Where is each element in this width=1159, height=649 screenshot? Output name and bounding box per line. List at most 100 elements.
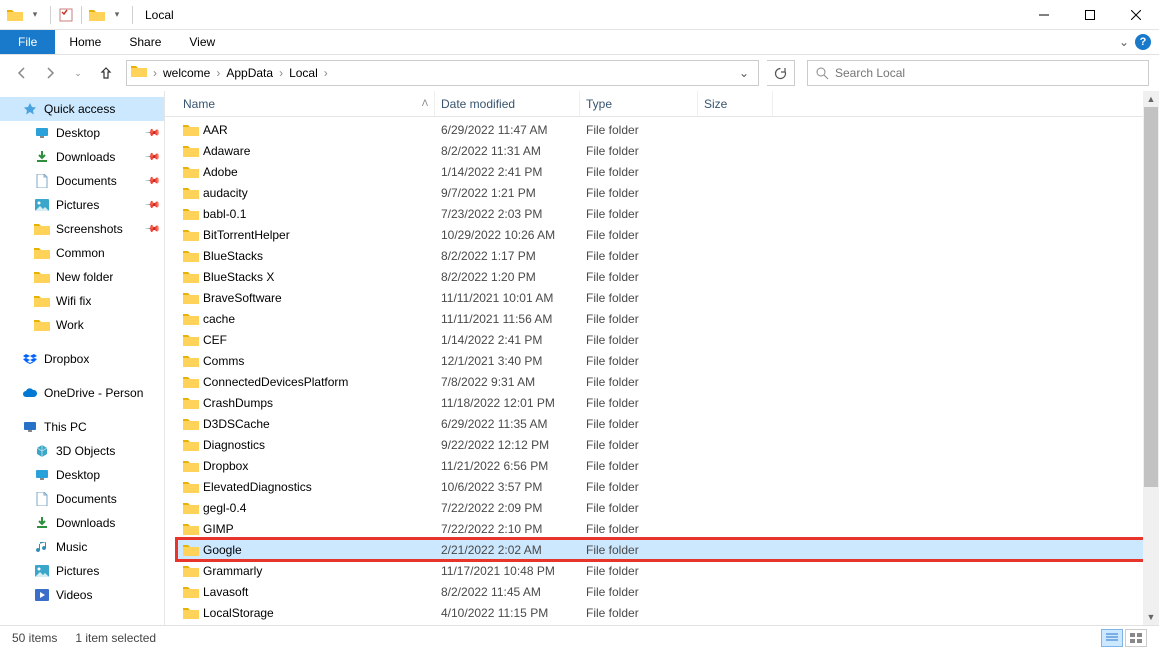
search-box[interactable] — [807, 60, 1149, 86]
properties-icon[interactable] — [57, 6, 75, 24]
maximize-button[interactable] — [1067, 0, 1113, 30]
table-row[interactable]: D3DSCache6/29/2022 11:35 AMFile folder — [177, 413, 1159, 434]
table-row[interactable]: gegl-0.47/22/2022 2:09 PMFile folder — [177, 497, 1159, 518]
home-tab[interactable]: Home — [55, 30, 115, 54]
column-size[interactable]: Size — [698, 91, 773, 116]
table-row[interactable]: ConnectedDevicesPlatform7/8/2022 9:31 AM… — [177, 371, 1159, 392]
file-tab[interactable]: File — [0, 30, 55, 54]
table-row[interactable]: Dropbox11/21/2022 6:56 PMFile folder — [177, 455, 1159, 476]
ribbon: File Home Share View ⌄ ? — [0, 30, 1159, 55]
sidebar-item[interactable]: Music — [0, 535, 164, 559]
cell-date: 7/8/2022 9:31 AM — [435, 375, 580, 389]
scroll-up-icon[interactable]: ▲ — [1143, 91, 1159, 107]
music-icon — [34, 539, 50, 555]
recent-dropdown-icon[interactable]: ⌄ — [66, 61, 90, 85]
chevron-right-icon[interactable]: › — [151, 66, 159, 80]
file-list[interactable]: AAR6/29/2022 11:47 AMFile folderAdaware8… — [165, 117, 1159, 625]
cell-type: File folder — [580, 501, 698, 515]
sidebar-item-label: Wifi fix — [56, 294, 91, 308]
sidebar-item[interactable]: Documents📌 — [0, 169, 164, 193]
help-icon[interactable]: ? — [1135, 34, 1151, 50]
qat-dropdown-icon[interactable]: ▾ — [26, 6, 44, 24]
sidebar-item-label: Dropbox — [44, 352, 89, 366]
chevron-right-icon[interactable]: › — [322, 66, 330, 80]
column-date[interactable]: Date modified — [435, 91, 580, 116]
minimize-button[interactable] — [1021, 0, 1067, 30]
table-row[interactable]: BraveSoftware11/11/2021 10:01 AMFile fol… — [177, 287, 1159, 308]
details-view-button[interactable] — [1101, 629, 1123, 647]
qat-dropdown-icon[interactable]: ▾ — [108, 6, 126, 24]
cell-date: 7/22/2022 2:10 PM — [435, 522, 580, 536]
sidebar-item[interactable]: Desktop📌 — [0, 121, 164, 145]
sidebar-item[interactable]: 3D Objects — [0, 439, 164, 463]
sidebar-item[interactable]: Documents — [0, 487, 164, 511]
table-row[interactable]: ElevatedDiagnostics10/6/2022 3:57 PMFile… — [177, 476, 1159, 497]
cell-name: D3DSCache — [177, 417, 435, 431]
table-row[interactable]: Adobe1/14/2022 2:41 PMFile folder — [177, 161, 1159, 182]
breadcrumb[interactable]: Local — [285, 66, 322, 80]
table-row[interactable]: Comms12/1/2021 3:40 PMFile folder — [177, 350, 1159, 371]
scroll-thumb[interactable] — [1144, 107, 1158, 487]
sidebar-this-pc[interactable]: This PC — [0, 415, 164, 439]
cell-type: File folder — [580, 270, 698, 284]
sidebar-item[interactable]: Downloads📌 — [0, 145, 164, 169]
column-type[interactable]: Type — [580, 91, 698, 116]
table-row[interactable]: BlueStacks8/2/2022 1:17 PMFile folder — [177, 245, 1159, 266]
table-row[interactable]: Grammarly11/17/2021 10:48 PMFile folder — [177, 560, 1159, 581]
cell-type: File folder — [580, 396, 698, 410]
breadcrumb[interactable]: welcome — [159, 66, 214, 80]
search-input[interactable] — [835, 66, 1140, 80]
chevron-right-icon[interactable]: › — [277, 66, 285, 80]
sidebar-quick-access[interactable]: Quick access — [0, 97, 164, 121]
table-row[interactable]: babl-0.17/23/2022 2:03 PMFile folder — [177, 203, 1159, 224]
table-row[interactable]: Diagnostics9/22/2022 12:12 PMFile folder — [177, 434, 1159, 455]
table-row[interactable]: Lavasoft8/2/2022 11:45 AMFile folder — [177, 581, 1159, 602]
sidebar-item[interactable]: Pictures — [0, 559, 164, 583]
forward-button[interactable] — [38, 61, 62, 85]
cell-date: 2/21/2022 2:02 AM — [435, 543, 580, 557]
sidebar-item[interactable]: Work — [0, 313, 164, 337]
sidebar-item[interactable]: Pictures📌 — [0, 193, 164, 217]
scrollbar[interactable]: ▲ ▼ — [1143, 91, 1159, 625]
back-button[interactable] — [10, 61, 34, 85]
table-row[interactable]: BlueStacks X8/2/2022 1:20 PMFile folder — [177, 266, 1159, 287]
onedrive-icon — [22, 385, 38, 401]
sidebar-item[interactable]: Screenshots📌 — [0, 217, 164, 241]
table-row[interactable]: BitTorrentHelper10/29/2022 10:26 AMFile … — [177, 224, 1159, 245]
scroll-down-icon[interactable]: ▼ — [1143, 609, 1159, 625]
sidebar-item[interactable]: Wifi fix — [0, 289, 164, 313]
table-row[interactable]: Adaware8/2/2022 11:31 AMFile folder — [177, 140, 1159, 161]
table-row[interactable]: GIMP7/22/2022 2:10 PMFile folder — [177, 518, 1159, 539]
sidebar-item[interactable]: Desktop — [0, 463, 164, 487]
breadcrumb[interactable]: AppData — [222, 66, 277, 80]
cell-name: ConnectedDevicesPlatform — [177, 375, 435, 389]
sidebar-item[interactable]: Videos — [0, 583, 164, 607]
table-row[interactable]: Google2/21/2022 2:02 AMFile folder — [177, 539, 1159, 560]
sidebar-onedrive[interactable]: OneDrive - Person — [0, 381, 164, 405]
address-dropdown-icon[interactable]: ⌄ — [732, 61, 756, 85]
address-bar[interactable]: › welcome › AppData › Local › ⌄ — [126, 60, 759, 86]
dropbox-icon — [22, 351, 38, 367]
up-button[interactable] — [94, 61, 118, 85]
thumbnails-view-button[interactable] — [1125, 629, 1147, 647]
sidebar-item[interactable]: New folder — [0, 265, 164, 289]
view-tab[interactable]: View — [175, 30, 229, 54]
table-row[interactable]: AAR6/29/2022 11:47 AMFile folder — [177, 119, 1159, 140]
table-row[interactable]: CEF1/14/2022 2:41 PMFile folder — [177, 329, 1159, 350]
sidebar-item-label: 3D Objects — [56, 444, 115, 458]
column-name[interactable]: Nameᐱ — [177, 91, 435, 116]
sidebar-item[interactable]: Common — [0, 241, 164, 265]
cell-type: File folder — [580, 564, 698, 578]
close-button[interactable] — [1113, 0, 1159, 30]
table-row[interactable]: CrashDumps11/18/2022 12:01 PMFile folder — [177, 392, 1159, 413]
refresh-button[interactable] — [767, 60, 795, 86]
share-tab[interactable]: Share — [115, 30, 175, 54]
ribbon-expand-icon[interactable]: ⌄ — [1119, 35, 1129, 49]
chevron-right-icon[interactable]: › — [214, 66, 222, 80]
table-row[interactable]: cache11/11/2021 11:56 AMFile folder — [177, 308, 1159, 329]
sidebar-dropbox[interactable]: Dropbox — [0, 347, 164, 371]
table-row[interactable]: audacity9/7/2022 1:21 PMFile folder — [177, 182, 1159, 203]
sidebar-item[interactable]: Downloads — [0, 511, 164, 535]
cell-name: LocalStorage — [177, 606, 435, 620]
table-row[interactable]: LocalStorage4/10/2022 11:15 PMFile folde… — [177, 602, 1159, 623]
